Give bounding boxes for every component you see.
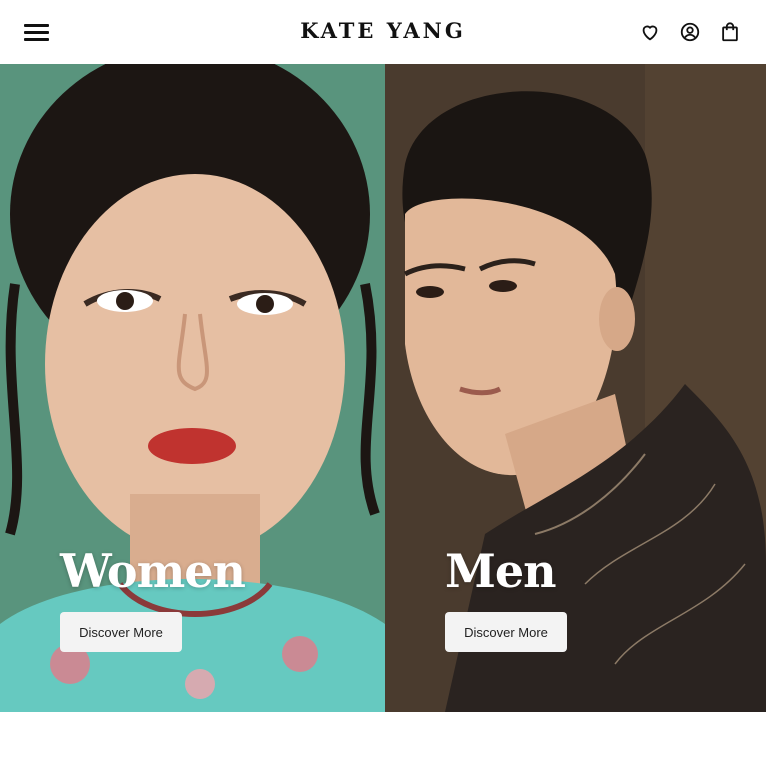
men-discover-button[interactable]: Discover More xyxy=(445,612,567,652)
men-portrait-image xyxy=(385,64,766,712)
brand-name[interactable]: KATE YANG xyxy=(300,18,466,43)
menu-bar xyxy=(24,23,49,27)
women-discover-button[interactable]: Discover More xyxy=(60,612,182,652)
women-panel[interactable]: Women Discover More xyxy=(0,64,385,712)
hero-banner: Women Discover More Men Discover More xyxy=(0,64,766,712)
menu-icon[interactable] xyxy=(24,20,52,44)
menu-bar xyxy=(24,37,49,41)
account-icon[interactable] xyxy=(678,20,702,44)
women-title[interactable]: Women xyxy=(60,544,246,598)
women-portrait-image xyxy=(0,64,385,712)
header-actions xyxy=(638,20,742,44)
men-title[interactable]: Men xyxy=(445,544,557,598)
menu-bar xyxy=(24,30,49,34)
men-panel[interactable]: Men Discover More xyxy=(385,64,766,712)
below-fold-area xyxy=(0,712,766,766)
site-header: KATE YANG xyxy=(0,0,766,64)
bag-icon[interactable] xyxy=(718,20,742,44)
heart-icon[interactable] xyxy=(638,20,662,44)
